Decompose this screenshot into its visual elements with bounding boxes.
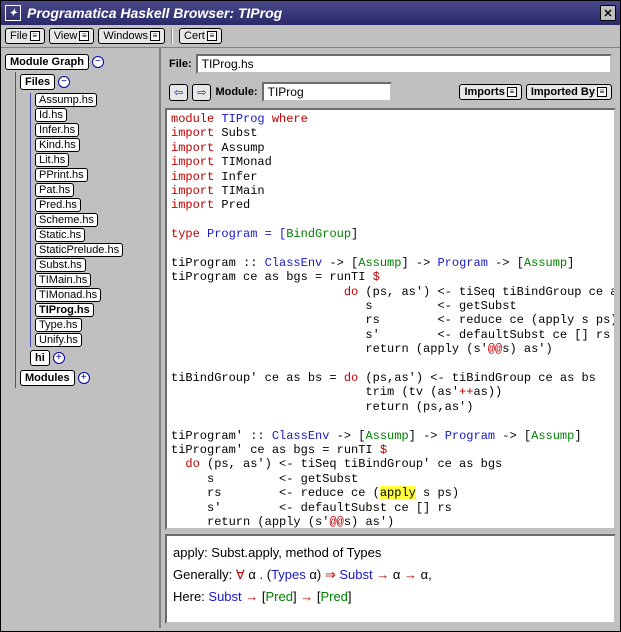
file-item[interactable]: Subst.hs [35, 258, 86, 272]
file-item[interactable]: Id.hs [35, 108, 67, 122]
nav-forward-button[interactable]: ⇨ [192, 84, 211, 101]
sidebar: Module Graph − Files − Assump.hsId.hsInf… [1, 48, 161, 628]
app-icon: ✦ [5, 5, 21, 21]
file-label: File: [169, 58, 192, 70]
imported-by-button[interactable]: Imported By≡ [526, 84, 612, 100]
menu-view[interactable]: View≡ [49, 28, 95, 44]
tree-toggle-icon[interactable]: − [92, 56, 104, 68]
imports-button[interactable]: Imports≡ [459, 84, 521, 100]
file-item[interactable]: Static.hs [35, 228, 85, 242]
main-panel: File: TIProg.hs ⇦ ⇨ Module: TIProg Impor… [161, 48, 620, 628]
menu-marker-icon: ≡ [597, 87, 607, 97]
file-item[interactable]: Pred.hs [35, 198, 81, 212]
menu-marker-icon: ≡ [507, 87, 517, 97]
menu-marker-icon: ≡ [30, 31, 40, 41]
module-field[interactable]: TIProg [262, 82, 392, 102]
file-item[interactable]: Type.hs [35, 318, 82, 332]
menubar-separator [171, 28, 173, 44]
window-title: Programatica Haskell Browser: TIProg [27, 5, 282, 21]
menu-marker-icon: ≡ [79, 31, 89, 41]
module-label: Module: [215, 86, 257, 98]
file-item[interactable]: TIProg.hs [35, 303, 94, 317]
file-field[interactable]: TIProg.hs [196, 54, 612, 74]
info-panel: apply: Subst.apply, method of Types Gene… [165, 534, 616, 624]
menu-marker-icon: ≡ [207, 31, 217, 41]
file-item[interactable]: Scheme.hs [35, 213, 98, 227]
tree-module-graph[interactable]: Module Graph [5, 54, 89, 70]
file-item[interactable]: Infer.hs [35, 123, 79, 137]
file-item[interactable]: TIMain.hs [35, 273, 91, 287]
tree-files[interactable]: Files [20, 74, 55, 90]
tree-modules[interactable]: Modules [20, 370, 75, 386]
file-item[interactable]: TIMonad.hs [35, 288, 101, 302]
tree-hi[interactable]: hi [30, 350, 50, 366]
menu-file[interactable]: File≡ [5, 28, 45, 44]
menu-cert[interactable]: Cert≡ [179, 28, 222, 44]
file-item[interactable]: PPrint.hs [35, 168, 88, 182]
file-item[interactable]: Kind.hs [35, 138, 80, 152]
file-item[interactable]: Unify.hs [35, 333, 82, 347]
file-bar: File: TIProg.hs [165, 52, 616, 76]
code-view[interactable]: module TIProg where import Subst import … [165, 108, 616, 530]
file-item[interactable]: StaticPrelude.hs [35, 243, 123, 257]
close-button[interactable]: ✕ [600, 5, 616, 21]
module-bar: ⇦ ⇨ Module: TIProg Imports≡ Imported By≡ [165, 80, 616, 104]
tree-label: Files [25, 76, 50, 88]
tree-toggle-icon[interactable]: + [53, 352, 65, 364]
file-item[interactable]: Lit.hs [35, 153, 69, 167]
tree-toggle-icon[interactable]: + [78, 372, 90, 384]
highlighted-token[interactable]: apply [380, 486, 416, 500]
info-symbol: apply [173, 545, 204, 560]
tree-toggle-icon[interactable]: − [58, 76, 70, 88]
menu-marker-icon: ≡ [150, 31, 160, 41]
nav-back-button[interactable]: ⇦ [169, 84, 188, 101]
menubar: File≡ View≡ Windows≡ Cert≡ [1, 25, 620, 48]
file-item[interactable]: Assump.hs [35, 93, 97, 107]
file-item[interactable]: Pat.hs [35, 183, 74, 197]
menu-windows[interactable]: Windows≡ [98, 28, 165, 44]
tree-label: Module Graph [10, 56, 84, 68]
titlebar: ✦ Programatica Haskell Browser: TIProg ✕ [1, 1, 620, 25]
